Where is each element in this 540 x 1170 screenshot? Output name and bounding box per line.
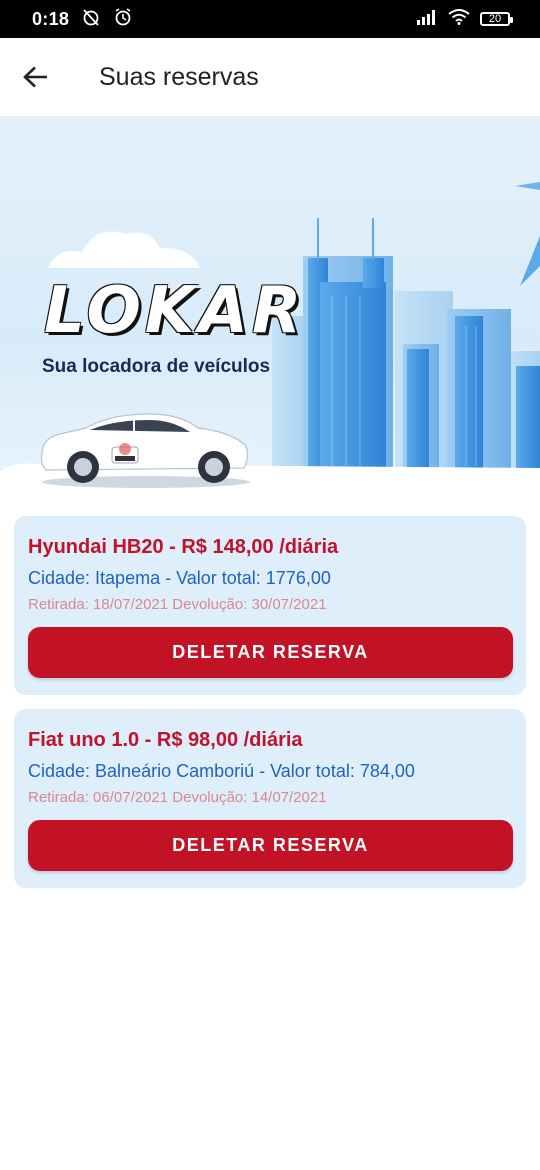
reservation-dates: Retirada: 18/07/2021 Devolução: 30/07/20… — [28, 596, 327, 613]
back-button[interactable] — [18, 59, 54, 95]
signal-icon — [416, 9, 438, 30]
battery-icon: 20 — [480, 12, 513, 26]
reservation-title: Fiat uno 1.0 - R$ 98,00 /diária — [28, 729, 303, 751]
reservation-dates: Retirada: 06/07/2021 Devolução: 14/07/20… — [28, 789, 327, 806]
delete-reservation-button[interactable]: DELETAR RESERVA — [28, 627, 513, 678]
wifi-icon — [448, 8, 470, 30]
reservation-card: Hyundai HB20 - R$ 148,00 /diária Cidade:… — [14, 516, 526, 695]
arrow-back-icon — [23, 66, 47, 88]
app-bar: Suas reservas — [0, 38, 540, 116]
reservation-city-total: Cidade: Balneário Camboriú - Valor total… — [28, 761, 415, 781]
alarm-icon — [113, 7, 133, 31]
alarm-off-icon — [81, 8, 101, 31]
reservation-title: Hyundai HB20 - R$ 148,00 /diária — [28, 536, 339, 558]
status-bar: 0:18 20 — [0, 0, 540, 38]
reservations-list: Hyundai HB20 - R$ 148,00 /diária Cidade:… — [14, 516, 526, 902]
hero-banner: LOKAR Sua locadora de veículos — [0, 116, 540, 490]
hero-tagline: Sua locadora de veículos — [42, 356, 271, 377]
status-time: 0:18 — [32, 8, 70, 29]
reservation-city-total: Cidade: Itapema - Valor total: 1776,00 — [28, 568, 331, 588]
page-title: Suas reservas — [99, 62, 259, 91]
lokar-logo: LOKAR — [44, 274, 306, 348]
reservation-card: Fiat uno 1.0 - R$ 98,00 /diária Cidade: … — [14, 709, 526, 888]
delete-reservation-button[interactable]: DELETAR RESERVA — [28, 820, 513, 871]
